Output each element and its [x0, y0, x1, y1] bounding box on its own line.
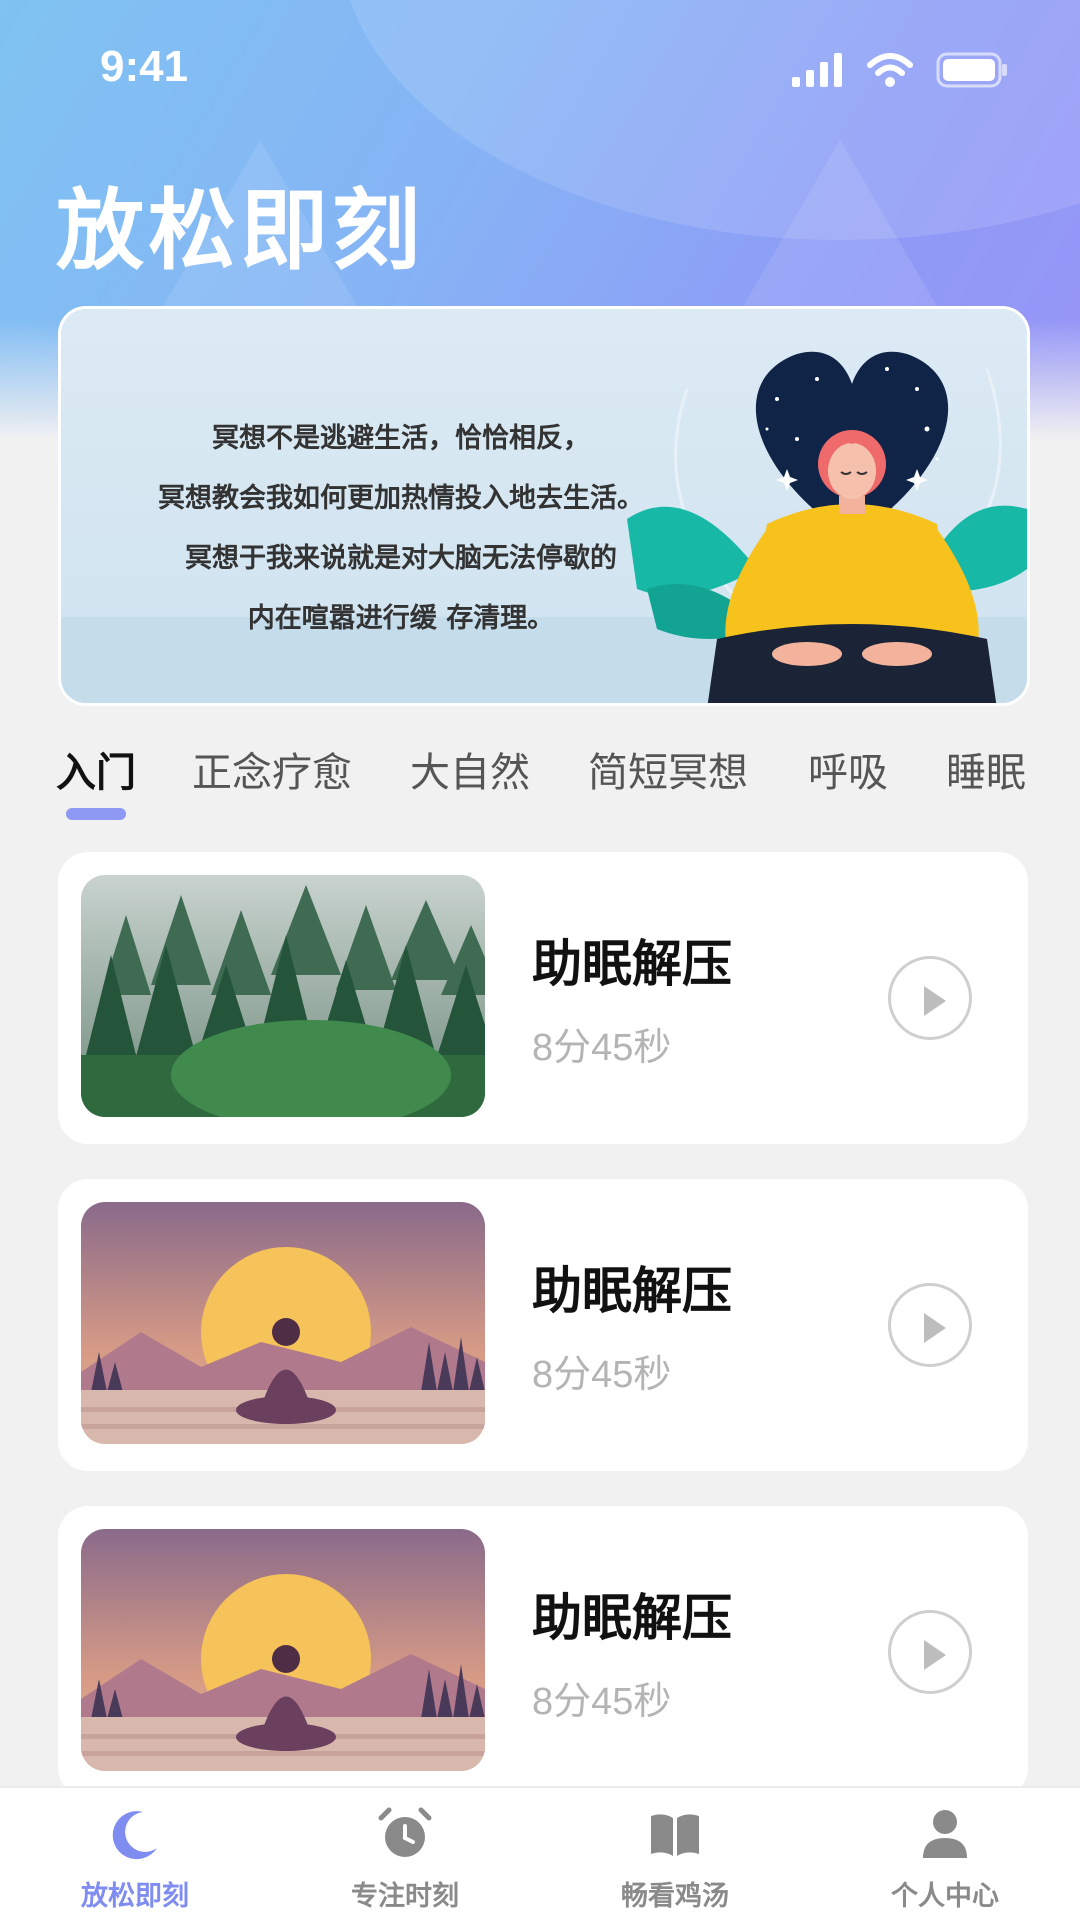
page-title: 放松即刻: [56, 179, 425, 282]
meditating-woman-illustration: [627, 351, 1027, 703]
forest-thumbnail: [81, 875, 485, 1117]
nav-label: 个人中心: [891, 1881, 999, 1912]
nav-label: 畅看鸡汤: [621, 1881, 729, 1912]
track-duration: 8分45秒: [532, 1681, 672, 1723]
tab-mindfulness[interactable]: 正念疗愈: [192, 740, 352, 798]
tab-intro[interactable]: 入门: [56, 740, 136, 798]
play-button[interactable]: [888, 1610, 972, 1694]
moon-icon: [112, 1811, 157, 1860]
track-card[interactable]: 助眠解压 8分45秒: [58, 1506, 1028, 1798]
banner-quote: 冥想不是逃避生活，恰恰相反， 冥想教会我如何更加热情投入地去生活。 冥想于我来说…: [81, 409, 721, 649]
battery-icon: [936, 52, 1007, 88]
quote-line: 内在喧嚣进行缓 存清理。: [247, 603, 555, 634]
play-button[interactable]: [888, 1283, 972, 1367]
tab-short-meditation[interactable]: 简短冥想: [588, 740, 748, 798]
person-icon: [923, 1810, 967, 1858]
track-title: 助眠解压: [532, 1262, 732, 1320]
nav-item-profile[interactable]: 个人中心: [810, 1788, 1080, 1920]
nav-label: 放松即刻: [81, 1881, 189, 1912]
alarm-clock-icon: [378, 1807, 432, 1857]
tab-breathing[interactable]: 呼吸: [808, 740, 888, 798]
track-title: 助眠解压: [532, 935, 732, 993]
wifi-icon: [867, 53, 913, 87]
active-tab-indicator: [66, 808, 126, 820]
status-bar: 9:41: [0, 0, 1080, 140]
sunset-meditation-thumbnail: [81, 1529, 485, 1771]
quote-line: 冥想不是逃避生活，恰恰相反，: [212, 423, 590, 454]
tab-nature[interactable]: 大自然: [410, 740, 530, 798]
nav-item-reading[interactable]: 畅看鸡汤: [540, 1788, 810, 1920]
nav-item-focus[interactable]: 专注时刻: [270, 1788, 540, 1920]
quote-banner[interactable]: 冥想不是逃避生活，恰恰相反， 冥想教会我如何更加热情投入地去生活。 冥想于我来说…: [58, 306, 1030, 706]
book-icon: [651, 1814, 699, 1856]
quote-line: 冥想教会我如何更加热情投入地去生活。: [158, 483, 644, 514]
quote-line: 冥想于我来说就是对大脑无法停歇的: [185, 543, 617, 574]
status-time: 9:41: [100, 42, 189, 91]
bottom-nav: 放松即刻 专注时刻 畅看鸡汤 个人中心: [0, 1786, 1080, 1920]
tab-sleep[interactable]: 睡眠: [946, 740, 1026, 798]
track-title: 助眠解压: [532, 1589, 732, 1647]
track-duration: 8分45秒: [532, 1027, 672, 1069]
cellular-signal-icon: [792, 53, 842, 87]
track-duration: 8分45秒: [532, 1354, 672, 1396]
nav-item-relax[interactable]: 放松即刻: [0, 1788, 270, 1920]
nav-label: 专注时刻: [351, 1881, 459, 1912]
track-card[interactable]: 助眠解压 8分45秒: [58, 1179, 1028, 1471]
sunset-meditation-thumbnail: [81, 1202, 485, 1444]
play-button[interactable]: [888, 956, 972, 1040]
category-tabs: 入门 正念疗愈 大自然 简短冥想 呼吸 睡眠: [56, 740, 1056, 830]
track-card[interactable]: 助眠解压 8分45秒: [58, 852, 1028, 1144]
